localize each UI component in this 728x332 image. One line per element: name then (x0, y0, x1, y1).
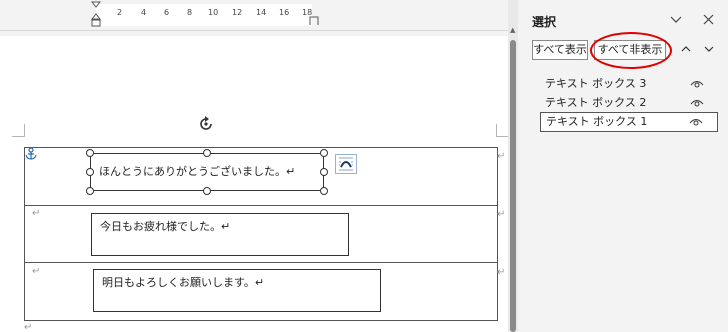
ruler-number: 14 (256, 8, 267, 17)
right-indent-marker-icon[interactable] (309, 14, 319, 26)
ruler-number: 10 (208, 8, 219, 17)
selection-pane: 選択 すべて表示 すべて非表示 テキスト ボックス 3 テキスト ボックス 2 … (518, 0, 728, 332)
horizontal-ruler[interactable]: 2 4 6 8 10 12 14 16 18 (0, 0, 508, 31)
text-box-1-text: ほんとうにありがとうございました。↵ (99, 165, 296, 178)
vertical-scrollbar[interactable]: ▲ (508, 0, 518, 332)
selection-item-text-box-1[interactable]: テキスト ボックス 1 (540, 112, 718, 132)
layout-options-icon[interactable] (335, 154, 357, 174)
margin-mark (12, 124, 25, 137)
chevron-down-icon[interactable] (670, 16, 682, 24)
annotation-circle (590, 32, 672, 69)
chevron-up-icon (681, 46, 691, 52)
close-icon[interactable] (703, 14, 714, 25)
resize-handle[interactable] (86, 187, 94, 195)
resize-handle[interactable] (203, 187, 211, 195)
ruler-number: 12 (232, 8, 243, 17)
resize-handle[interactable] (320, 168, 328, 176)
selection-item-label: テキスト ボックス 3 (545, 77, 647, 90)
eye-icon[interactable] (690, 98, 704, 108)
text-box-2-text: 今日もお疲れ様でした。↵ (100, 220, 231, 233)
paragraph-mark: ↵ (32, 208, 41, 219)
send-backward-button[interactable] (699, 40, 719, 60)
ruler-number: 8 (187, 8, 193, 17)
text-box-1[interactable]: ほんとうにありがとうございました。↵ (90, 153, 324, 191)
document-area[interactable]: 2 4 6 8 10 12 14 16 18 ↵ ↵ ↵ ↵ ↵ ↵ ほんとうに… (0, 0, 508, 332)
scrollbar-thumb[interactable] (510, 40, 516, 332)
paragraph-mark: ↵ (24, 322, 33, 332)
selection-item-text-box-3[interactable]: テキスト ボックス 3 (540, 74, 718, 94)
selection-item-label: テキスト ボックス 2 (545, 96, 647, 109)
selection-item-label: テキスト ボックス 1 (546, 115, 648, 128)
paragraph-mark: ↵ (497, 267, 506, 278)
rotate-handle-icon[interactable] (197, 115, 215, 133)
resize-handle[interactable] (86, 149, 94, 157)
ruler-number: 2 (117, 8, 123, 17)
bring-forward-button[interactable] (676, 40, 696, 60)
chevron-down-icon (704, 46, 714, 52)
document-page[interactable]: ↵ ↵ ↵ ↵ ↵ ↵ ほんとうにありがとうございました。↵ 今日もお疲れ様でし… (0, 36, 508, 332)
pane-title: 選択 (532, 15, 557, 29)
paragraph-mark: ↵ (497, 209, 506, 220)
paragraph-mark: ↵ (497, 151, 506, 162)
paragraph-mark: ↵ (32, 266, 41, 277)
selection-item-text-box-2[interactable]: テキスト ボックス 2 (540, 93, 718, 113)
anchor-icon[interactable] (24, 147, 38, 161)
ruler-number: 4 (141, 8, 147, 17)
resize-handle[interactable] (203, 149, 211, 157)
text-box-3[interactable]: 明日もよろしくお願いします。↵ (93, 269, 381, 312)
scroll-up-icon[interactable]: ▲ (510, 26, 515, 34)
eye-icon[interactable] (689, 117, 703, 127)
eye-icon[interactable] (690, 79, 704, 89)
ruler-number: 16 (279, 8, 290, 17)
margin-mark (496, 124, 508, 137)
show-all-button[interactable]: すべて表示 (532, 40, 588, 60)
indent-marker-icon[interactable] (91, 1, 101, 27)
text-box-2[interactable]: 今日もお疲れ様でした。↵ (91, 213, 349, 256)
ruler-number: 6 (164, 8, 170, 17)
text-box-3-text: 明日もよろしくお願いします。↵ (102, 276, 265, 289)
resize-handle[interactable] (320, 149, 328, 157)
resize-handle[interactable] (320, 187, 328, 195)
resize-handle[interactable] (86, 168, 94, 176)
